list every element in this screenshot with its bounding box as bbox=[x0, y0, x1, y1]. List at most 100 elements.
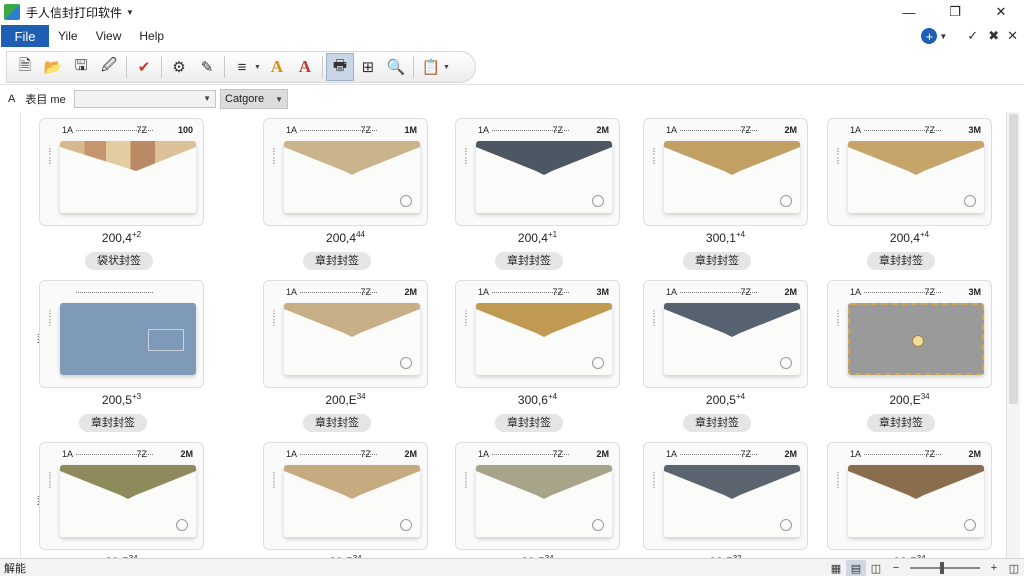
zoom-in-icon[interactable]: + bbox=[984, 560, 1004, 576]
envelope-thumbnail[interactable]: 1A 7Z 1M ⋮ ⋮ bbox=[263, 118, 428, 226]
text-format-icon[interactable]: ≡ bbox=[228, 53, 256, 81]
add-menu-chevron-icon[interactable]: ▼ bbox=[939, 24, 947, 48]
paste-special-icon[interactable]: 📋 bbox=[417, 53, 445, 81]
toolbar-divider bbox=[161, 56, 162, 78]
menu-file[interactable]: File bbox=[1, 25, 49, 47]
open-folder-icon[interactable]: 📂 bbox=[39, 53, 67, 81]
menu-edit[interactable]: Yile bbox=[49, 29, 87, 43]
dock-pin-icon[interactable]: ✖ bbox=[988, 24, 999, 48]
dimension-ruler bbox=[62, 287, 193, 299]
menu-view[interactable]: View bbox=[87, 29, 131, 43]
envelope-thumbnail[interactable]: 1A 7Z 2M ⋮ ⋮ bbox=[455, 442, 620, 550]
save-icon[interactable]: 🖫 bbox=[67, 53, 95, 81]
add-circle-icon[interactable]: + bbox=[921, 28, 938, 44]
category-tag[interactable]: 章封封签 bbox=[867, 252, 935, 270]
search-zoom-icon[interactable]: 🔍 bbox=[382, 53, 410, 81]
ruler-mid: 7Z bbox=[924, 125, 935, 135]
envelope-size-label: 200,4+2 bbox=[39, 230, 204, 245]
minimize-button[interactable]: — bbox=[886, 0, 932, 24]
envelope-thumbnail[interactable]: 1A 7Z 2M ⋮ ⋮ bbox=[643, 118, 808, 226]
postmark-stamp bbox=[780, 195, 792, 207]
envelope-thumbnail[interactable]: 1A 7Z 2M ⋮ ⋮ bbox=[263, 280, 428, 388]
category-tag[interactable]: 袋状封签 bbox=[85, 252, 153, 270]
maximize-button[interactable]: ❐ bbox=[932, 0, 978, 24]
height-ruler: ⋮ ⋮ bbox=[270, 147, 278, 165]
height-ruler: ⋮ ⋮ bbox=[650, 471, 658, 489]
font-color-orange-icon[interactable]: A bbox=[263, 53, 291, 81]
envelope-flap bbox=[476, 141, 612, 175]
list-view-icon[interactable]: ▤ bbox=[846, 560, 866, 576]
zoom-out-icon[interactable]: − bbox=[886, 560, 906, 576]
ruler-mid: 7Z bbox=[552, 125, 563, 135]
font-color-red-icon[interactable]: A bbox=[291, 53, 319, 81]
zoom-slider-thumb[interactable] bbox=[940, 562, 944, 574]
dimension-ruler: 1A 7Z 2M bbox=[478, 125, 609, 137]
check-icon[interactable]: ✓ bbox=[967, 24, 978, 48]
category-tag[interactable]: 章封封签 bbox=[303, 414, 371, 432]
dimension-ruler: 1A 7Z 1M bbox=[286, 125, 417, 137]
envelope-size-label: 200,5+3 bbox=[39, 392, 204, 407]
close-document-icon[interactable]: ✕ bbox=[1007, 24, 1018, 48]
title-dropdown-icon[interactable]: ▼ bbox=[126, 8, 134, 17]
ruler-mid: 7Z bbox=[740, 125, 751, 135]
settings-gear-icon[interactable]: ⚙ bbox=[165, 53, 193, 81]
name-filter-dropdown[interactable]: ▼ bbox=[74, 90, 216, 108]
ruler-mid: 7Z bbox=[924, 287, 935, 297]
fit-page-icon[interactable]: ◫ bbox=[1004, 560, 1024, 576]
ruler-left: 1A bbox=[478, 449, 490, 459]
dimension-ruler: 1A 7Z 2M bbox=[850, 449, 981, 461]
ruler-right: 3M bbox=[968, 125, 981, 135]
envelope-thumbnail[interactable]: 1A 7Z 100 ⋮ ⋮ bbox=[39, 118, 204, 226]
ruler-left: 1A bbox=[850, 449, 862, 459]
zoom-slider[interactable] bbox=[910, 562, 980, 574]
envelope-thumbnail[interactable]: 1A 7Z 2M ⋮ ⋮ bbox=[455, 118, 620, 226]
print-preview-icon[interactable]: 🖶 bbox=[325, 53, 354, 81]
category-tag[interactable]: 章封封签 bbox=[683, 252, 751, 270]
title-bar: 手人信封打印软件 ▼ — ❐ ✕ bbox=[0, 0, 1024, 24]
postmark-stamp bbox=[176, 519, 188, 531]
envelope-thumbnail[interactable]: 1A 7Z 2M ⋮ ⋮ bbox=[39, 442, 204, 550]
envelope-thumbnail[interactable]: ⋮ ⋮ bbox=[39, 280, 204, 388]
dimension-ruler: 1A 7Z 3M bbox=[850, 125, 981, 137]
envelope-thumbnail[interactable]: 1A 7Z 2M ⋮ ⋮ bbox=[263, 442, 428, 550]
grid-view-icon[interactable]: ▦ bbox=[826, 560, 846, 576]
ruler-mid: 7Z bbox=[136, 125, 147, 135]
envelope-thumbnail[interactable]: 1A 7Z 2M ⋮ ⋮ bbox=[643, 280, 808, 388]
category-tag[interactable]: 章封封签 bbox=[683, 414, 751, 432]
postmark-stamp bbox=[592, 195, 604, 207]
page-view-icon[interactable]: ◫ bbox=[866, 560, 886, 576]
height-ruler: ⋮ ⋮ bbox=[462, 309, 470, 327]
postmark-stamp bbox=[400, 357, 412, 369]
new-document-icon[interactable]: 🗎 bbox=[11, 53, 39, 81]
envelope-size-suffix: +4 bbox=[919, 230, 930, 239]
envelope-size-suffix: +4 bbox=[735, 230, 746, 239]
category-tag[interactable]: 章封封签 bbox=[495, 414, 563, 432]
ruler-right: 2M bbox=[596, 125, 609, 135]
vertical-scrollbar[interactable] bbox=[1006, 112, 1020, 558]
save-as-icon[interactable]: 🖉 bbox=[95, 53, 123, 81]
envelope-thumbnail[interactable]: 1A 7Z 3M ⋮ ⋮ bbox=[827, 118, 992, 226]
menu-help[interactable]: Help bbox=[130, 29, 173, 43]
envelope-thumbnail[interactable]: 1A 7Z 3M ⋮ ⋮ bbox=[827, 280, 992, 388]
check-mark-icon[interactable]: ✔ bbox=[130, 53, 158, 81]
dimension-ruler: 1A 7Z 3M bbox=[850, 287, 981, 299]
category-tag[interactable]: 章封封签 bbox=[495, 252, 563, 270]
envelope-size-label: 200,5+4 bbox=[643, 392, 808, 407]
category-label: Catgore bbox=[225, 93, 265, 105]
category-tag[interactable]: 章封封签 bbox=[79, 414, 147, 432]
category-dropdown[interactable]: Catgore ▼ bbox=[220, 89, 288, 109]
ruler-left: 1A bbox=[850, 287, 862, 297]
envelope-preview bbox=[476, 141, 612, 213]
category-tag[interactable]: 章封封签 bbox=[303, 252, 371, 270]
toolbar-divider bbox=[321, 56, 323, 78]
close-button[interactable]: ✕ bbox=[978, 0, 1024, 24]
envelope-size-label: 200,4+4 bbox=[827, 230, 992, 245]
scrollbar-thumb[interactable] bbox=[1009, 114, 1018, 404]
edit-settings-icon[interactable]: ✎ bbox=[193, 53, 221, 81]
category-tag[interactable]: 章封封签 bbox=[867, 414, 935, 432]
envelope-thumbnail[interactable]: 1A 7Z 2M ⋮ ⋮ bbox=[827, 442, 992, 550]
envelope-size-suffix: 34 bbox=[920, 392, 930, 401]
envelope-thumbnail[interactable]: 1A 7Z 2M ⋮ ⋮ bbox=[643, 442, 808, 550]
page-setup-icon[interactable]: ⊞ bbox=[354, 53, 382, 81]
envelope-thumbnail[interactable]: 1A 7Z 3M ⋮ ⋮ bbox=[455, 280, 620, 388]
